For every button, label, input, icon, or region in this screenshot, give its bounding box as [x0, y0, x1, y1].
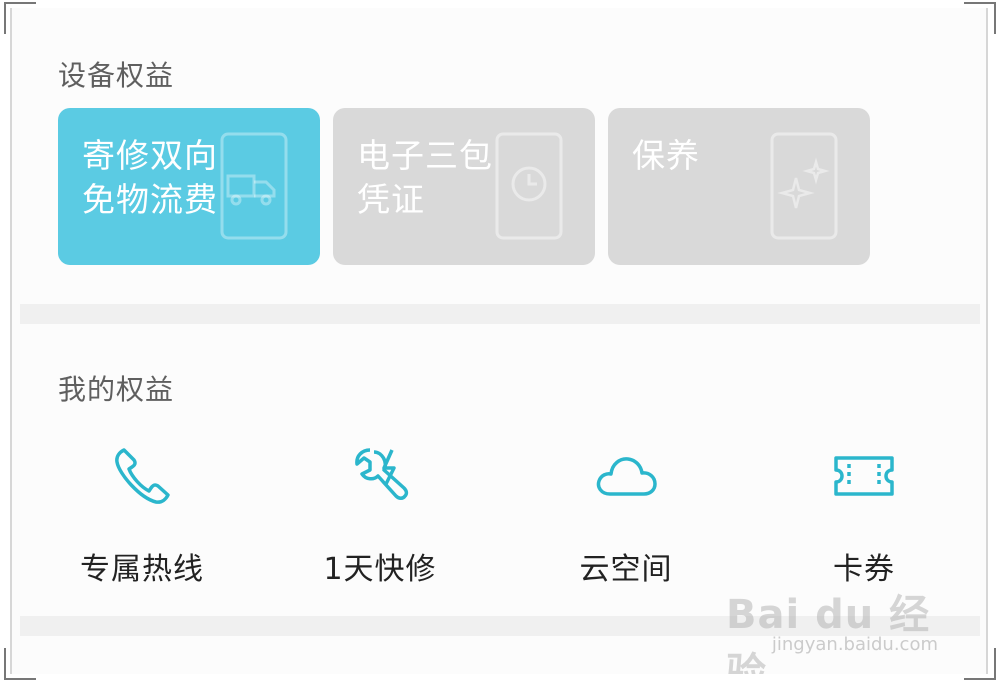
benefit-one-day-repair[interactable]: 1天快修 [278, 444, 478, 594]
device-benefits-section: 设备权益 寄修双向免物流费 电子三包凭证 保养 [20, 8, 980, 304]
card-maintenance[interactable]: 保养 [608, 108, 870, 265]
watermark-logo: Bai du 经验 [726, 592, 931, 674]
ticket-icon [834, 456, 894, 496]
benefit-coupons[interactable]: 卡券 [762, 444, 962, 594]
cloud-icon [596, 457, 657, 496]
watermark-url: jingyan.baidu.com [771, 634, 938, 655]
benefit-label: 专属热线 [80, 552, 204, 587]
card-label: 保养 [632, 136, 700, 175]
benefit-exclusive-hotline[interactable]: 专属热线 [40, 444, 240, 594]
card-electronic-warranty[interactable]: 电子三包凭证 [333, 108, 595, 265]
baidu-jingyan-watermark: Bai du 经验 jingyan.baidu.com [726, 582, 946, 674]
benefit-label: 1天快修 [323, 552, 437, 587]
phone-truck-icon [220, 132, 288, 240]
app-frame: 设备权益 寄修双向免物流费 电子三包凭证 保养 我的权益 专属热线 1天快修 云… [10, 8, 988, 674]
phone-clock-icon [495, 132, 563, 240]
benefit-label: 云空间 [579, 552, 673, 587]
card-two-way-free-shipping[interactable]: 寄修双向免物流费 [58, 108, 320, 265]
benefit-cloud-space[interactable]: 云空间 [524, 444, 724, 594]
phone-icon [115, 448, 170, 504]
repair-tools-icon [355, 448, 409, 500]
card-label: 寄修双向免物流费 [82, 136, 218, 219]
my-benefits-section: 我的权益 专属热线 1天快修 云空间 卡券 [20, 324, 980, 616]
phone-sparkle-icon [770, 132, 838, 240]
section-divider [20, 304, 980, 324]
my-benefits-title: 我的权益 [58, 373, 175, 406]
card-label: 电子三包凭证 [357, 136, 493, 219]
device-benefits-title: 设备权益 [58, 59, 175, 92]
